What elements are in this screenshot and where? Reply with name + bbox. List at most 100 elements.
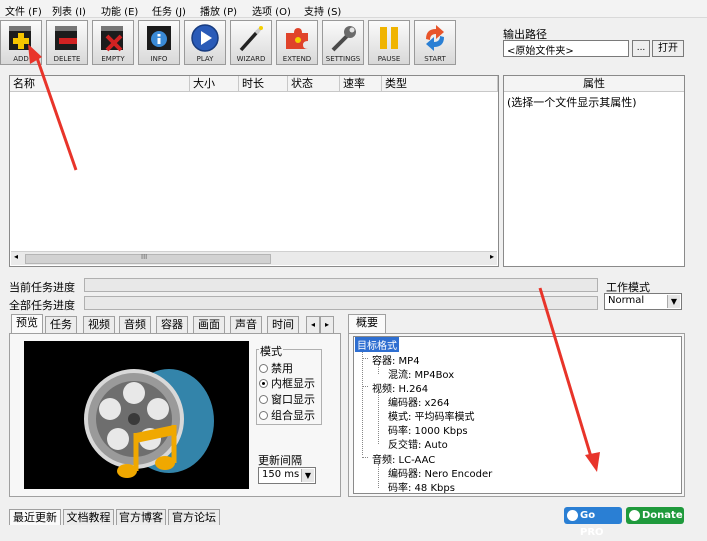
tree-node-deinterlace[interactable]: 反交错: Auto xyxy=(388,436,448,451)
tree-node-audio-bitrate[interactable]: 码率: 48 Kbps xyxy=(388,479,455,494)
tree-node-video[interactable]: 视频: H.264 xyxy=(372,380,428,395)
tree-line xyxy=(378,464,379,488)
radio-label: 内框显示 xyxy=(271,377,315,390)
scrollbar-thumb[interactable]: III xyxy=(25,253,271,264)
add-file-icon xyxy=(9,26,31,50)
footer-tab-docs[interactable]: 文档教程 xyxy=(63,509,114,525)
wizard-button[interactable]: WIZARD xyxy=(230,20,272,65)
column-header-status[interactable]: 状态 xyxy=(288,76,340,92)
donate-label: Donate xyxy=(642,510,683,521)
delete-button[interactable]: DELETE xyxy=(46,20,88,65)
empty-list-icon xyxy=(101,26,123,52)
play-label: PLAY xyxy=(196,55,214,63)
scroll-left-arrow-icon[interactable]: ◂ xyxy=(14,252,18,261)
tab-picture[interactable]: 画面 xyxy=(193,316,225,333)
output-path-field[interactable]: <原始文件夹> xyxy=(503,40,629,57)
file-list[interactable]: 名称 大小 时长 状态 速率 类型 ◂ III ▸ xyxy=(9,75,499,267)
scroll-right-arrow-icon[interactable]: ▸ xyxy=(490,252,494,261)
open-folder-button[interactable]: 打开 xyxy=(652,40,684,57)
tab-scroll-left-icon[interactable]: ◂ xyxy=(306,316,320,333)
chevron-down-icon[interactable]: ▼ xyxy=(301,469,314,482)
empty-label: EMPTY xyxy=(101,55,125,63)
browse-button[interactable]: ... xyxy=(632,40,650,57)
column-header-name[interactable]: 名称 xyxy=(10,76,190,92)
go-pro-badge-icon xyxy=(567,510,578,521)
tree-line xyxy=(378,392,379,444)
tab-time[interactable]: 时间 xyxy=(267,316,299,333)
menu-task[interactable]: 任务 (J) xyxy=(152,3,186,18)
footer-tab-blog[interactable]: 官方博客 xyxy=(116,509,166,525)
tree-node-video-bitrate[interactable]: 码率: 1000 Kbps xyxy=(388,422,468,437)
column-header-type[interactable]: 类型 xyxy=(382,76,498,92)
footer-tab-forum[interactable]: 官方论坛 xyxy=(168,509,220,525)
menu-file[interactable]: 文件 (F) xyxy=(5,3,42,18)
tree-line xyxy=(362,457,368,458)
start-button[interactable]: START xyxy=(414,20,456,65)
add-button[interactable]: ADD xyxy=(0,20,42,65)
info-button[interactable]: INFO xyxy=(138,20,180,65)
menu-list[interactable]: 列表 (I) xyxy=(52,3,86,18)
tree-node-muxer[interactable]: 混流: MP4Box xyxy=(388,366,454,381)
tab-preview[interactable]: 预览 xyxy=(11,314,43,334)
settings-button[interactable]: SETTINGS xyxy=(322,20,364,65)
pause-button[interactable]: PAUSE xyxy=(368,20,410,65)
menu-play[interactable]: 播放 (P) xyxy=(200,3,237,18)
extend-button[interactable]: EXTEND xyxy=(276,20,318,65)
column-header-size[interactable]: 大小 xyxy=(190,76,239,92)
menu-support[interactable]: 支持 (S) xyxy=(304,3,341,18)
menu-options[interactable]: 选项 (O) xyxy=(252,3,291,18)
star-icon xyxy=(629,510,640,521)
tab-task[interactable]: 任务 xyxy=(45,316,77,333)
empty-button[interactable]: EMPTY xyxy=(92,20,134,65)
radio-label: 组合显示 xyxy=(271,409,315,422)
tab-audio[interactable]: 音频 xyxy=(119,316,151,333)
work-mode-select[interactable]: Normal ▼ xyxy=(604,293,682,310)
radio-inner-display[interactable]: 内框显示 xyxy=(259,375,315,391)
total-progress-bar xyxy=(84,296,598,310)
play-button[interactable]: PLAY xyxy=(184,20,226,65)
footer-tab-recent-updates[interactable]: 最近更新 xyxy=(9,509,61,525)
wizard-label: WIZARD xyxy=(236,55,266,63)
tab-container[interactable]: 容器 xyxy=(156,316,188,333)
radio-window-display[interactable]: 窗口显示 xyxy=(259,391,315,407)
chevron-down-icon[interactable]: ▼ xyxy=(667,295,680,308)
column-header-speed[interactable]: 速率 xyxy=(340,76,382,92)
film-music-logo-icon xyxy=(84,369,214,478)
radio-label: 禁用 xyxy=(271,362,293,375)
tree-node-target-format[interactable]: 目标格式 xyxy=(355,337,399,352)
go-pro-button[interactable]: Go PRO xyxy=(564,507,622,538)
wrench-icon xyxy=(331,26,356,52)
pause-label: PAUSE xyxy=(377,55,401,63)
current-progress-bar xyxy=(84,278,598,292)
start-label: START xyxy=(424,55,446,63)
settings-label: SETTINGS xyxy=(325,55,361,63)
delete-label: DELETE xyxy=(53,55,81,63)
tree-node-container[interactable]: 容器: MP4 xyxy=(372,352,420,367)
tab-sound[interactable]: 声音 xyxy=(230,316,262,333)
target-format-tree[interactable]: 目标格式 容器: MP4 混流: MP4Box 视频: H.264 编码器: x… xyxy=(353,336,682,494)
work-mode-value: Normal xyxy=(608,295,645,306)
update-interval-select[interactable]: 150 ms ▼ xyxy=(258,467,316,484)
tree-node-video-mode[interactable]: 模式: 平均码率模式 xyxy=(388,408,475,423)
update-interval-value: 150 ms xyxy=(262,469,300,480)
menu-function[interactable]: 功能 (E) xyxy=(101,3,138,18)
radio-button-icon xyxy=(259,364,268,373)
properties-header: 属性 xyxy=(504,76,684,92)
column-header-duration[interactable]: 时长 xyxy=(239,76,288,92)
go-pro-label: Go PRO xyxy=(580,510,604,538)
info-icon xyxy=(147,26,171,50)
menu-bar: 文件 (F) 列表 (I) 功能 (E) 任务 (J) 播放 (P) 选项 (O… xyxy=(0,0,707,18)
tree-line xyxy=(362,386,368,387)
radio-combined-display[interactable]: 组合显示 xyxy=(259,407,315,423)
tab-video[interactable]: 视频 xyxy=(83,316,115,333)
tree-node-audio-encoder[interactable]: 编码器: Nero Encoder xyxy=(388,465,492,480)
tab-scroll-right-icon[interactable]: ▸ xyxy=(320,316,334,333)
tree-node-video-encoder[interactable]: 编码器: x264 xyxy=(388,394,450,409)
tree-line xyxy=(362,351,363,455)
update-interval-label: 更新间隔 xyxy=(258,454,302,467)
horizontal-scrollbar[interactable]: ◂ III ▸ xyxy=(11,251,497,265)
tree-node-audio[interactable]: 音频: LC-AAC xyxy=(372,451,435,466)
donate-button[interactable]: Donate xyxy=(626,507,684,524)
radio-disable[interactable]: 禁用 xyxy=(259,360,293,376)
tab-overview[interactable]: 概要 xyxy=(348,314,386,334)
